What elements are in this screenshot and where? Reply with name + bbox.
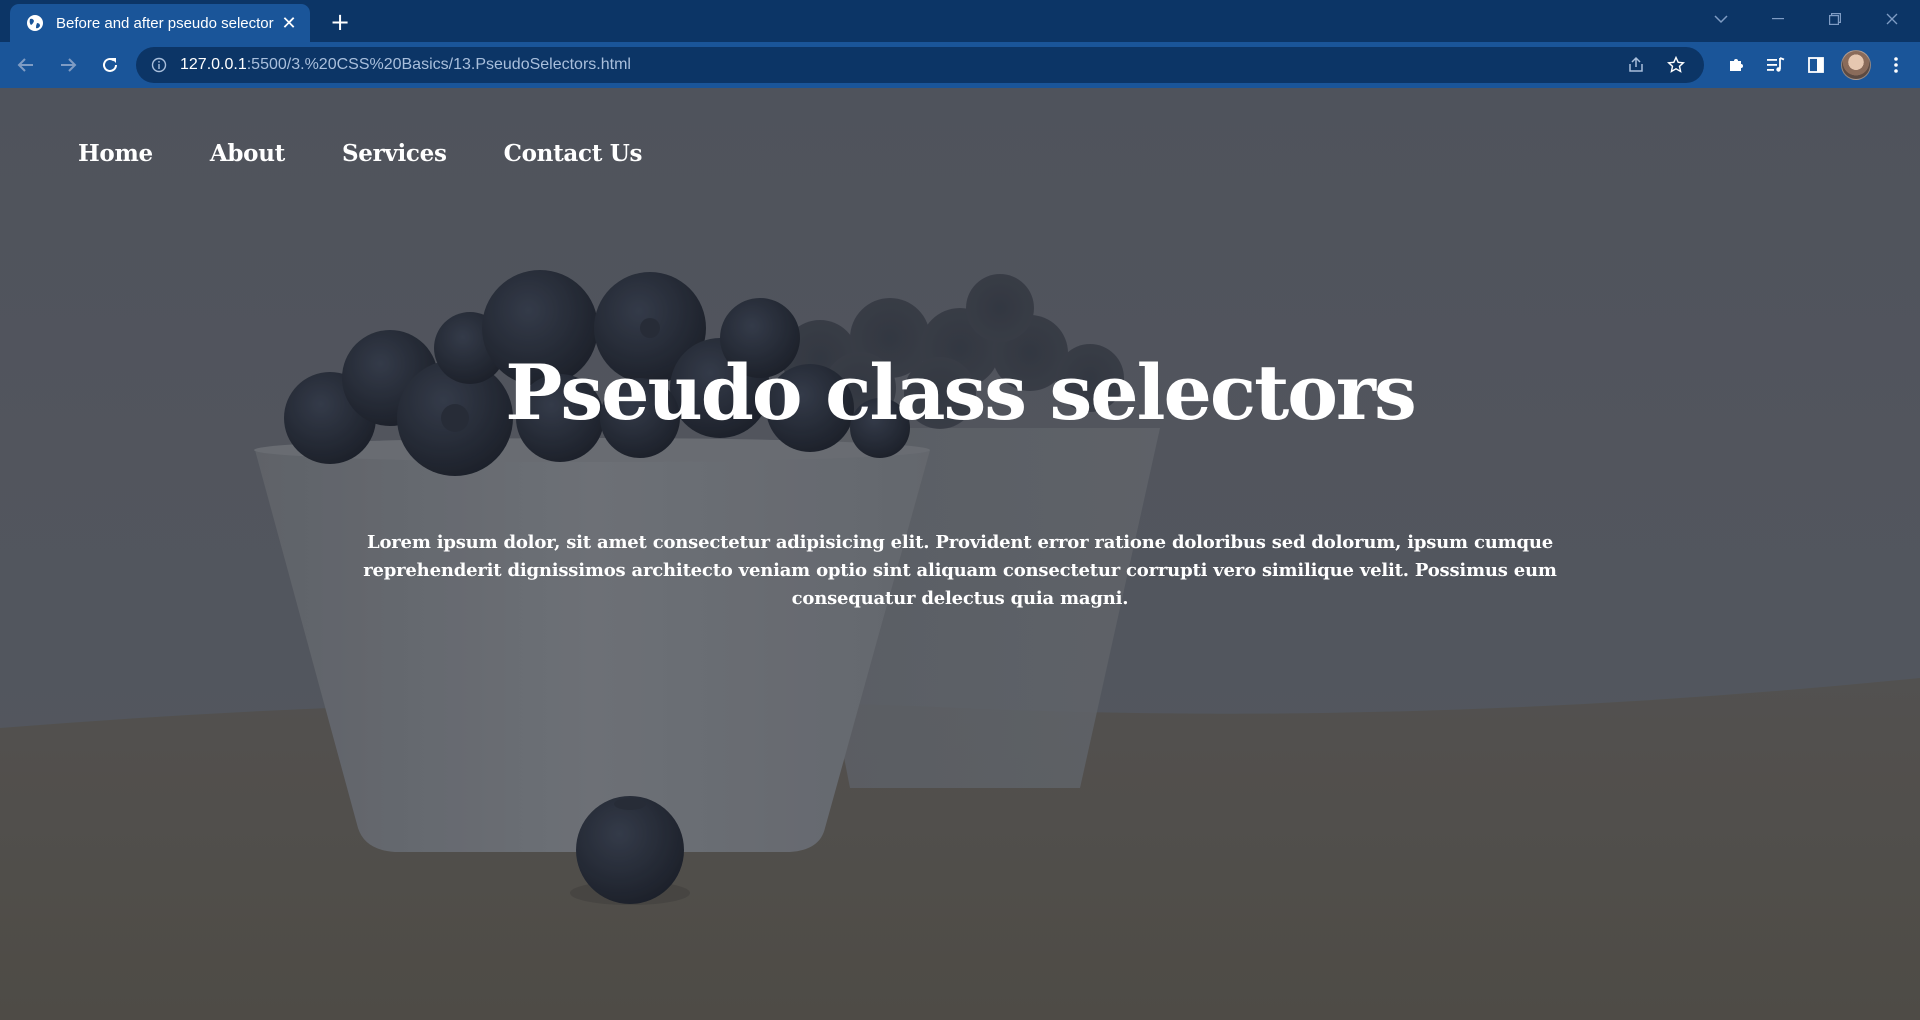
reload-icon — [103, 57, 117, 72]
toolbar-actions — [1716, 42, 1916, 88]
info-icon[interactable] — [148, 54, 170, 76]
bookmark-star-icon[interactable] — [1656, 47, 1696, 83]
address-bar[interactable]: 127.0.0.1:5500/3.%20CSS%20Basics/13.Pseu… — [136, 47, 1704, 83]
back-arrow-icon — [17, 58, 33, 72]
tab-title: Before and after pseudo selector — [56, 14, 274, 32]
window-controls — [1692, 0, 1920, 38]
url-path: :5500/3.%20CSS%20Basics/13.PseudoSelecto… — [246, 56, 631, 73]
minimize-button[interactable] — [1749, 0, 1806, 38]
nav-link-services[interactable]: Services — [342, 140, 447, 167]
hero-paragraph: Lorem ipsum dolor, sit amet consectetur … — [363, 532, 1557, 609]
media-queue-icon[interactable] — [1756, 45, 1796, 85]
active-tab[interactable]: Before and after pseudo selector ✕ — [10, 4, 310, 42]
restore-button[interactable] — [1806, 0, 1863, 38]
reload-button[interactable] — [90, 45, 130, 85]
share-icon[interactable] — [1616, 47, 1656, 83]
new-tab-button[interactable]: + — [326, 8, 354, 36]
avatar — [1841, 50, 1871, 80]
nav-link-about[interactable]: About — [210, 140, 285, 167]
close-window-button[interactable] — [1863, 0, 1920, 38]
back-button[interactable] — [6, 45, 46, 85]
tab-search-button[interactable] — [1692, 0, 1749, 38]
tab-strip: Before and after pseudo selector ✕ + — [0, 0, 1920, 42]
profile-avatar[interactable] — [1836, 45, 1876, 85]
browser-window: Before and after pseudo selector ✕ + 127… — [0, 0, 1920, 1020]
side-panel-icon[interactable] — [1796, 45, 1836, 85]
url-host: 127.0.0.1 — [180, 56, 247, 73]
tab-close-icon[interactable]: ✕ — [278, 12, 300, 34]
browser-toolbar: 127.0.0.1:5500/3.%20CSS%20Basics/13.Pseu… — [0, 42, 1920, 88]
nav-link-contact-us[interactable]: Contact Us — [504, 140, 643, 167]
extensions-puzzle-icon[interactable] — [1716, 45, 1756, 85]
url-text[interactable]: 127.0.0.1:5500/3.%20CSS%20Basics/13.Pseu… — [180, 56, 631, 74]
forward-button[interactable] — [48, 45, 88, 85]
nav-link-home[interactable]: Home — [78, 140, 153, 167]
page-title: Pseudo class selectors — [505, 348, 1417, 437]
omnibox-actions — [1616, 47, 1696, 83]
forward-arrow-icon — [61, 58, 77, 72]
globe-icon — [26, 14, 44, 32]
menu-kebab-icon[interactable] — [1876, 45, 1916, 85]
page-viewport: Home About Services Contact Us Pseudo cl… — [0, 88, 1920, 1020]
page-navigation: Home About Services Contact Us — [78, 140, 642, 167]
